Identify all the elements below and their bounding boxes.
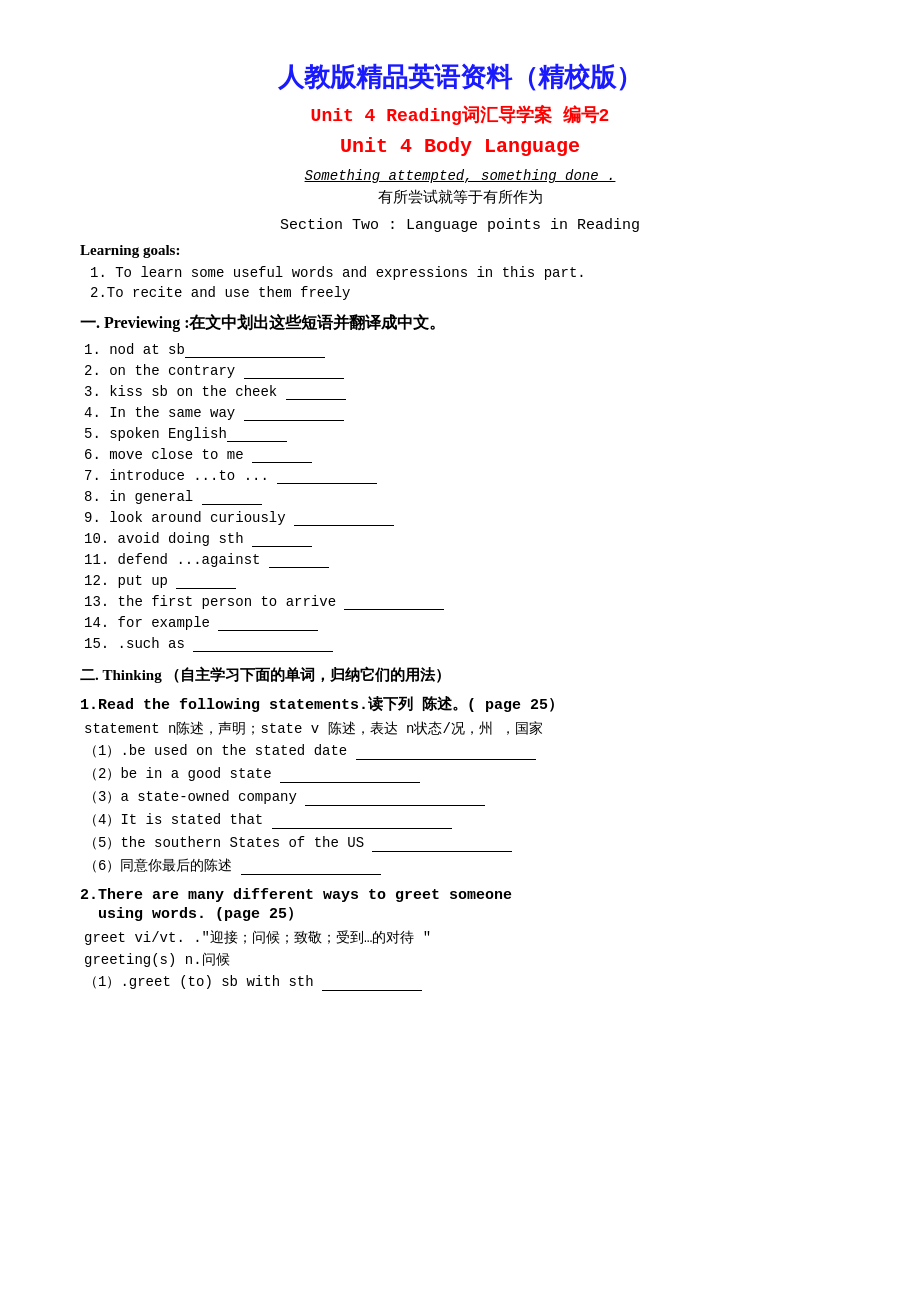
vocab-item-7: 7. introduce ...to ... — [84, 468, 840, 484]
blank-ex-1-5[interactable] — [372, 838, 512, 852]
blank-ex-1-6[interactable] — [241, 861, 381, 875]
vocab-item-5: 5. spoken English — [84, 426, 840, 442]
vocab-item-2: 2. on the contrary — [84, 363, 840, 379]
subsection-1-note: statement n陈述，声明；state v 陈述，表达 n状态/况，州 ，… — [84, 720, 840, 738]
blank-1[interactable] — [185, 344, 325, 358]
blank-ex-1-1[interactable] — [356, 746, 536, 760]
vocab-item-6: 6. move close to me — [84, 447, 840, 463]
exercise-2-1: （1）.greet (to) sb with sth — [84, 973, 840, 991]
blank-ex-2-1[interactable] — [322, 977, 422, 991]
blank-13[interactable] — [344, 596, 444, 610]
vocab-item-13: 13. the first person to arrive — [84, 594, 840, 610]
blank-8[interactable] — [202, 491, 262, 505]
sub-title: Unit 4 Reading词汇导学案 编号2 — [80, 103, 840, 127]
blank-10[interactable] — [252, 533, 312, 547]
section-two-header: 二. Thinking （自主学习下面的单词，归纳它们的用法） — [80, 666, 840, 685]
vocab-item-8: 8. in general — [84, 489, 840, 505]
subsection-1-title: 1.Read the following statements.读下列 陈述。(… — [80, 695, 840, 714]
vocab-item-15: 15. .such as — [84, 636, 840, 652]
vocab-item-11: 11. defend ...against — [84, 552, 840, 568]
exercise-1-6: （6）同意你最后的陈述 — [84, 857, 840, 875]
exercise-1-3: （3）a state-owned company — [84, 788, 840, 806]
blank-2[interactable] — [244, 365, 344, 379]
vocab-item-3: 3. kiss sb on the cheek — [84, 384, 840, 400]
exercise-1-1: （1）.be used on the stated date — [84, 742, 840, 760]
blank-4[interactable] — [244, 407, 344, 421]
main-title: 人教版精品英语资料（精校版） — [80, 60, 840, 95]
blank-5[interactable] — [227, 428, 287, 442]
goal-item-1: 1. To learn some useful words and expres… — [90, 265, 840, 281]
goal-item-2: 2.To recite and use them freely — [90, 285, 840, 301]
vocab-item-4: 4. In the same way — [84, 405, 840, 421]
motto: Something attempted, something done . — [80, 168, 840, 184]
vocab-item-9: 9. look around curiously — [84, 510, 840, 526]
blank-14[interactable] — [218, 617, 318, 631]
subsection-2-note2: greeting(s) n.问候 — [84, 951, 840, 969]
blank-11[interactable] — [269, 554, 329, 568]
unit-title: Unit 4 Body Language — [80, 135, 840, 158]
blank-6[interactable] — [252, 449, 312, 463]
blank-12[interactable] — [176, 575, 236, 589]
blank-15[interactable] — [193, 638, 333, 652]
motto-zh: 有所尝试就等于有所作为 — [80, 188, 840, 207]
vocab-item-12: 12. put up — [84, 573, 840, 589]
vocab-item-1: 1. nod at sb — [84, 342, 840, 358]
subsection-2-title: 2.There are many different ways to greet… — [80, 887, 840, 923]
exercise-1-2: （2）be in a good state — [84, 765, 840, 783]
vocab-item-10: 10. avoid doing sth — [84, 531, 840, 547]
exercise-1-5: （5）the southern States of the US — [84, 834, 840, 852]
blank-ex-1-3[interactable] — [305, 792, 485, 806]
blank-7[interactable] — [277, 470, 377, 484]
learning-goals-title: Learning goals: — [80, 242, 840, 259]
blank-ex-1-2[interactable] — [280, 769, 420, 783]
blank-9[interactable] — [294, 512, 394, 526]
section-title: Section Two : Language points in Reading — [80, 217, 840, 234]
blank-ex-1-4[interactable] — [272, 815, 452, 829]
exercise-1-4: （4）It is stated that — [84, 811, 840, 829]
vocab-item-14: 14. for example — [84, 615, 840, 631]
section-one-header: 一. Previewing :在文中划出这些短语并翻译成中文。 — [80, 313, 840, 334]
subsection-2-note1: greet vi/vt. ."迎接；问候；致敬；受到…的对待 " — [84, 929, 840, 947]
blank-3[interactable] — [286, 386, 346, 400]
